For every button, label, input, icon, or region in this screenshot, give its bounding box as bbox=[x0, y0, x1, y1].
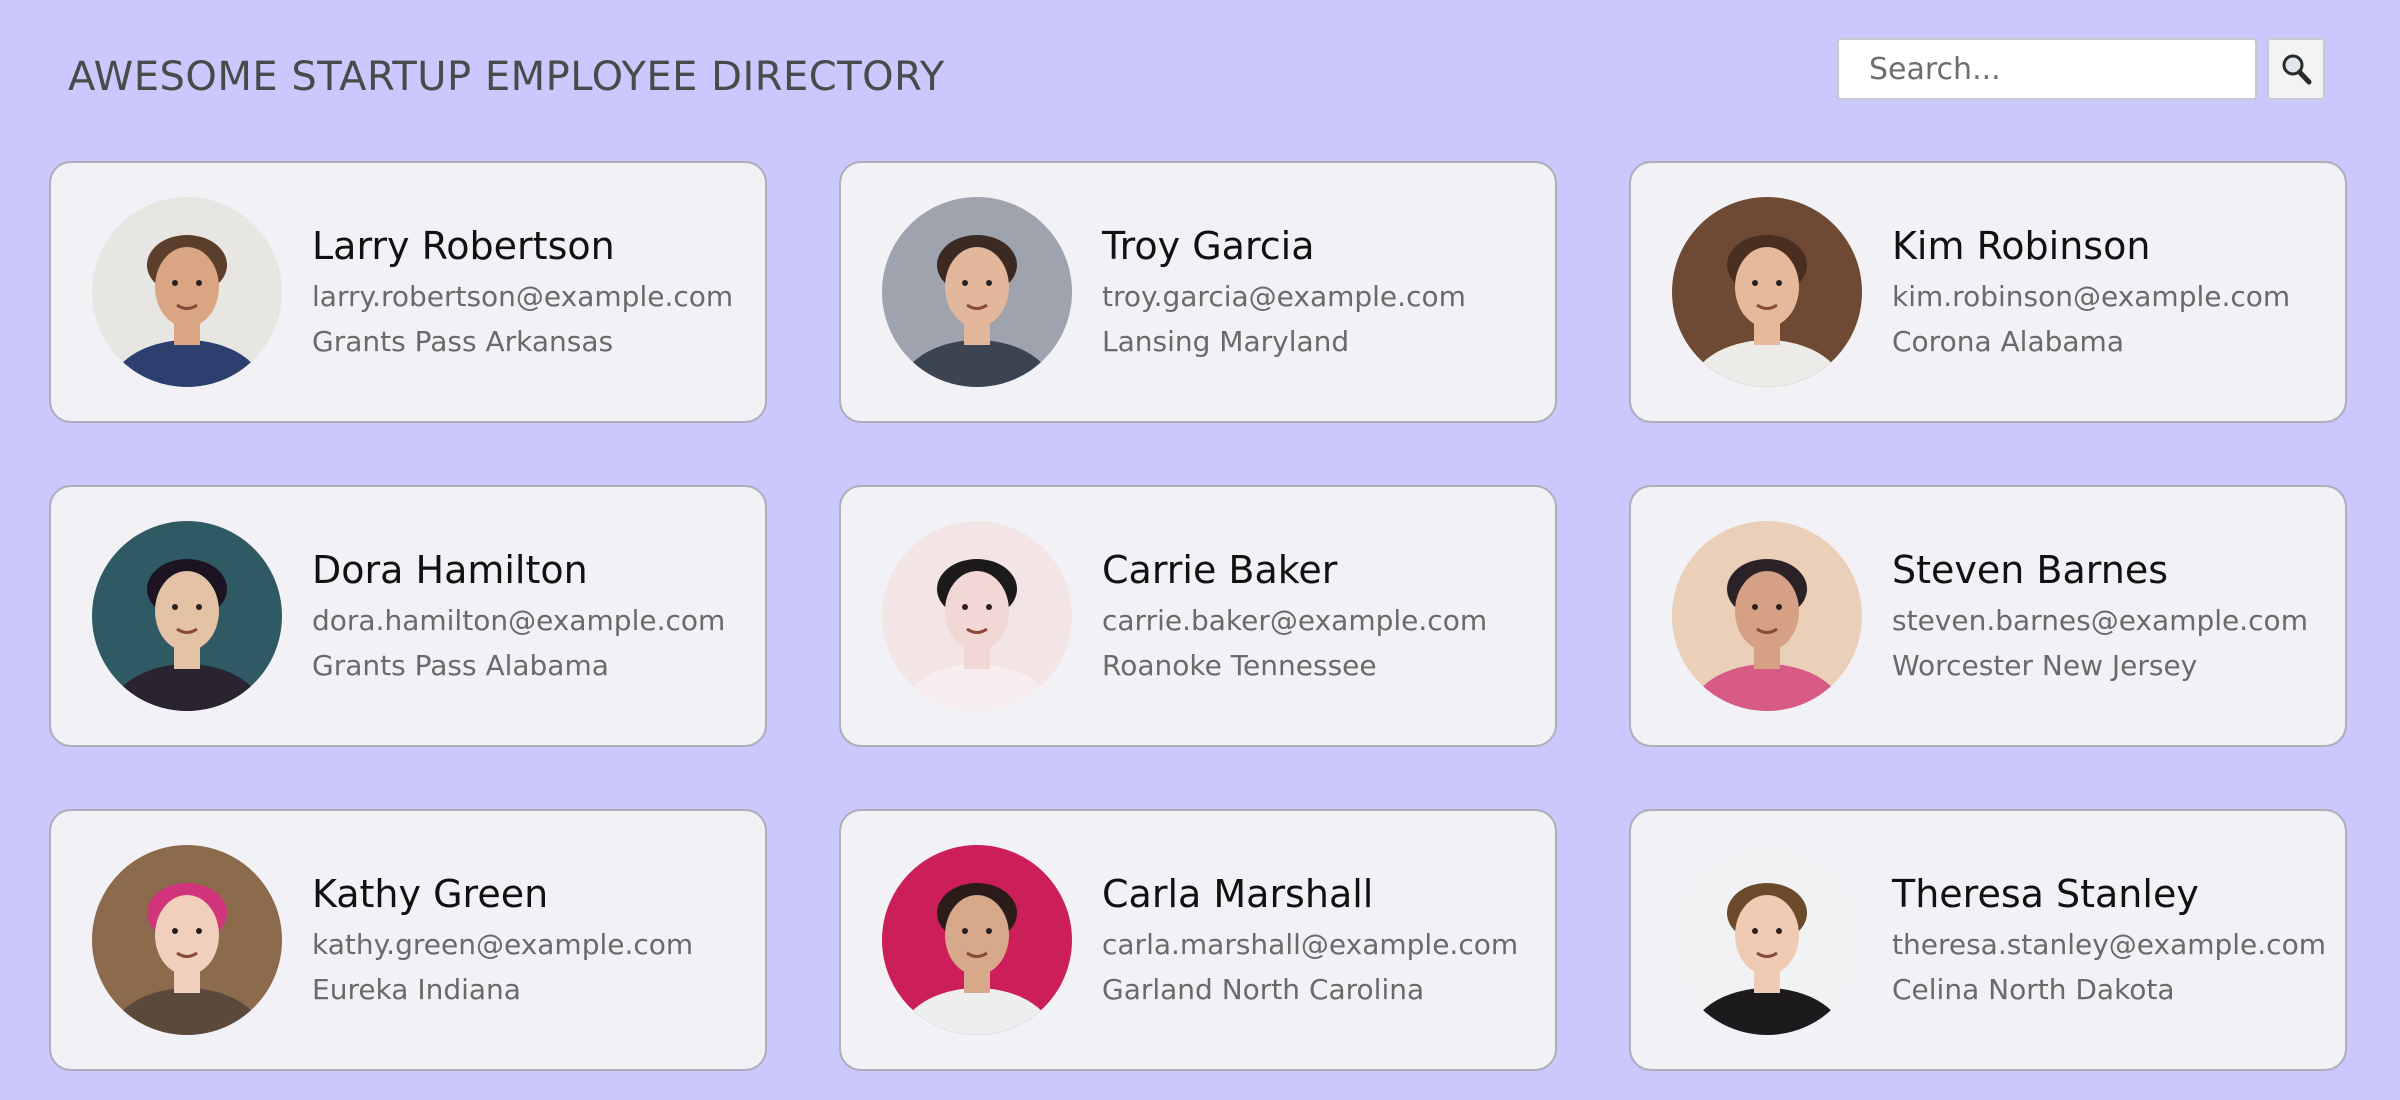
employee-card[interactable]: Carla Marshall carla.marshall@example.com… bbox=[839, 809, 1557, 1071]
employee-email: larry.robertson@example.com bbox=[312, 280, 734, 314]
employee-name: Kathy Green bbox=[312, 872, 549, 917]
employee-email: dora.hamilton@example.com bbox=[312, 604, 726, 638]
employee-info: Troy Garcia troy.garcia@example.com Lansin… bbox=[1102, 224, 1466, 358]
employee-info: Kathy Green kathy.green@example.com Eureka… bbox=[312, 872, 694, 1006]
employee-location: Garland North Carolina bbox=[1102, 972, 1425, 1006]
employee-info: Larry Robertson larry.robertson@example.c… bbox=[312, 224, 734, 358]
employee-location: Grants Pass Arkansas bbox=[312, 324, 614, 358]
employee-avatar bbox=[92, 521, 282, 711]
employee-avatar bbox=[882, 521, 1072, 711]
employee-card[interactable]: Carrie Baker carrie.baker@example.com Roan… bbox=[839, 485, 1557, 747]
search-bar bbox=[1837, 38, 2325, 104]
employee-info: Kim Robinson kim.robinson@example.com Coro… bbox=[1892, 224, 2291, 358]
employee-location: Worcester New Jersey bbox=[1892, 648, 2198, 682]
employee-email: carla.marshall@example.com bbox=[1102, 928, 1519, 962]
employee-email: troy.garcia@example.com bbox=[1102, 280, 1466, 314]
employee-location: Corona Alabama bbox=[1892, 324, 2124, 358]
employee-location: Grants Pass Alabama bbox=[312, 648, 609, 682]
search-input[interactable] bbox=[1837, 38, 2257, 100]
employee-location: Celina North Dakota bbox=[1892, 972, 2175, 1006]
employee-card[interactable]: Steven Barnes steven.barnes@example.com Wo… bbox=[1629, 485, 2347, 747]
employee-avatar bbox=[882, 197, 1072, 387]
employee-avatar bbox=[882, 845, 1072, 1035]
employee-card[interactable]: Larry Robertson larry.robertson@example.c… bbox=[49, 161, 767, 423]
employee-name: Carla Marshall bbox=[1102, 872, 1374, 917]
employee-email: theresa.stanley@example.com bbox=[1892, 928, 2326, 962]
employee-info: Dora Hamilton dora.hamilton@example.com Gr… bbox=[312, 548, 726, 682]
employee-info: Steven Barnes steven.barnes@example.com Wo… bbox=[1892, 548, 2308, 682]
employee-location: Roanoke Tennessee bbox=[1102, 648, 1377, 682]
employee-card[interactable]: Dora Hamilton dora.hamilton@example.com Gr… bbox=[49, 485, 767, 747]
page-title: AWESOME STARTUP EMPLOYEE DIRECTORY bbox=[68, 54, 945, 100]
employee-name: Dora Hamilton bbox=[312, 548, 588, 593]
employee-email: kathy.green@example.com bbox=[312, 928, 694, 962]
employee-avatar bbox=[1672, 521, 1862, 711]
employee-name: Carrie Baker bbox=[1102, 548, 1338, 593]
employee-card[interactable]: Kim Robinson kim.robinson@example.com Coro… bbox=[1629, 161, 2347, 423]
search-button[interactable] bbox=[2267, 38, 2325, 100]
employee-name: Kim Robinson bbox=[1892, 224, 2151, 269]
employee-card[interactable]: Theresa Stanley theresa.stanley@example.c… bbox=[1629, 809, 2347, 1071]
employee-card[interactable]: Troy Garcia troy.garcia@example.com Lansin… bbox=[839, 161, 1557, 423]
employee-avatar bbox=[92, 845, 282, 1035]
employee-name: Theresa Stanley bbox=[1892, 872, 2199, 917]
employee-location: Eureka Indiana bbox=[312, 972, 521, 1006]
employee-avatar bbox=[92, 197, 282, 387]
employee-grid: Larry Robertson larry.robertson@example.c… bbox=[49, 161, 2347, 1071]
employee-email: carrie.baker@example.com bbox=[1102, 604, 1488, 638]
page-header: AWESOME STARTUP EMPLOYEE DIRECTORY bbox=[0, 0, 2400, 150]
employee-email: steven.barnes@example.com bbox=[1892, 604, 2308, 638]
employee-card[interactable]: Kathy Green kathy.green@example.com Eureka… bbox=[49, 809, 767, 1071]
employee-name: Steven Barnes bbox=[1892, 548, 2169, 593]
employee-email: kim.robinson@example.com bbox=[1892, 280, 2291, 314]
employee-info: Carla Marshall carla.marshall@example.com… bbox=[1102, 872, 1519, 1006]
search-icon bbox=[2282, 54, 2312, 85]
employee-name: Troy Garcia bbox=[1102, 224, 1315, 269]
employee-name: Larry Robertson bbox=[312, 224, 615, 269]
employee-info: Carrie Baker carrie.baker@example.com Roan… bbox=[1102, 548, 1488, 682]
employee-info: Theresa Stanley theresa.stanley@example.c… bbox=[1892, 872, 2326, 1006]
employee-avatar bbox=[1672, 845, 1862, 1035]
employee-avatar bbox=[1672, 197, 1862, 387]
employee-location: Lansing Maryland bbox=[1102, 324, 1350, 358]
